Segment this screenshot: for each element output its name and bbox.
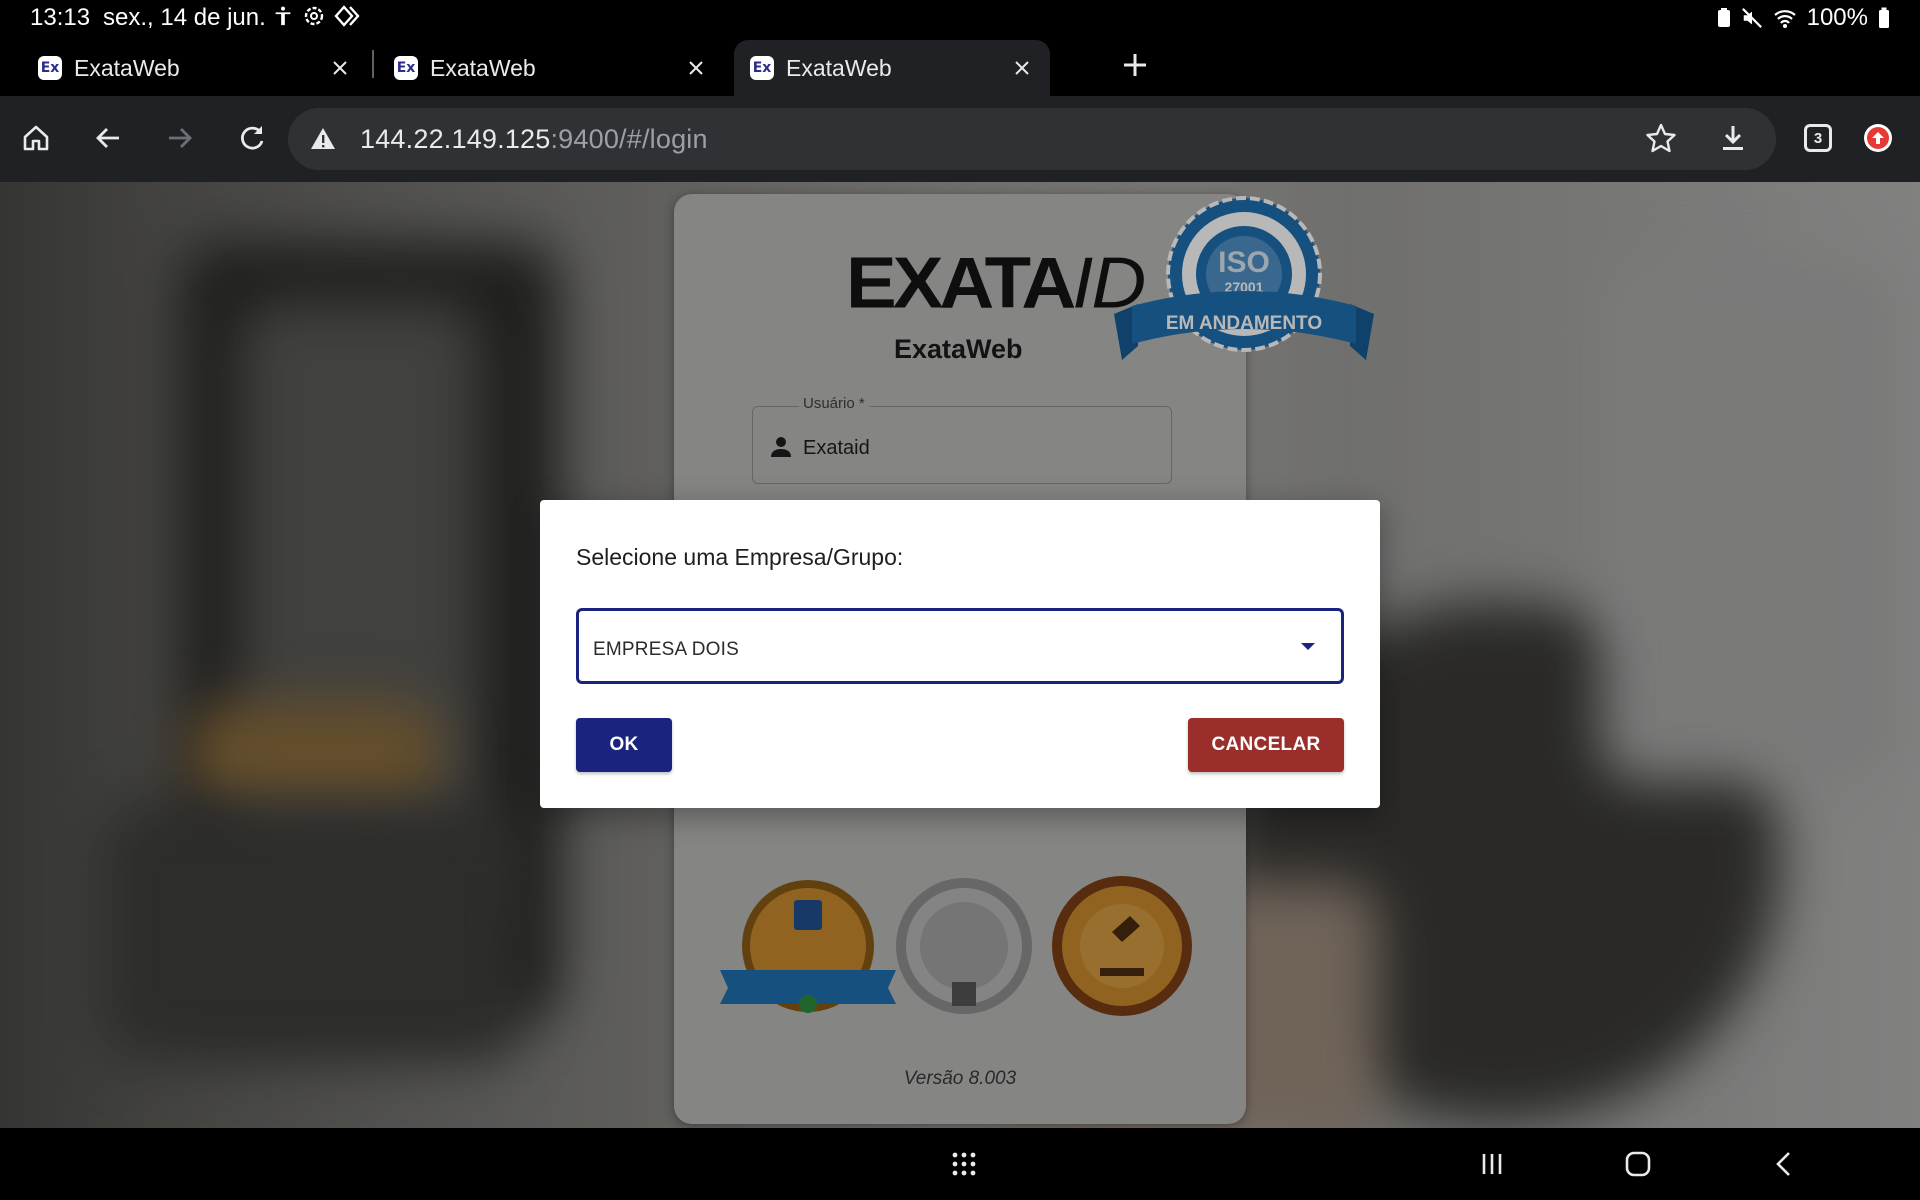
home-square-icon	[1625, 1151, 1651, 1177]
company-select[interactable]: EMPRESA DOIS	[576, 608, 1344, 684]
reload-button[interactable]	[228, 114, 276, 162]
tab-title: ExataWeb	[74, 54, 180, 81]
arrow-right-icon	[169, 128, 192, 148]
url-host: 144.22.149.125	[360, 124, 551, 154]
company-select-value: EMPRESA DOIS	[593, 639, 739, 660]
status-time: 13:13	[30, 4, 91, 31]
exata-favicon-icon: Ex	[38, 56, 62, 80]
url-path: :9400/#/login	[550, 124, 708, 154]
select-company-dialog: Selecione uma Empresa/Grupo: EMPRESA DOI…	[540, 500, 1380, 808]
arrow-left-icon	[96, 128, 119, 148]
accessibility-icon	[275, 6, 291, 26]
tab-exataweb-1[interactable]: Ex ExataWeb	[0, 40, 368, 96]
exata-favicon-icon: Ex	[750, 56, 774, 80]
url-text[interactable]: 144.22.149.125:9400/#/login	[360, 124, 708, 155]
new-tab-plus-icon[interactable]	[1118, 48, 1152, 82]
status-date: sex., 14 de jun.	[103, 4, 266, 31]
not-secure-warning-icon[interactable]	[308, 124, 338, 154]
apps-grid-icon	[952, 1152, 976, 1176]
home-icon	[23, 125, 49, 151]
mute-icon	[1741, 8, 1762, 28]
tab-exataweb-3-active[interactable]: Ex ExataWeb	[734, 40, 1050, 96]
close-tab-icon[interactable]	[682, 54, 710, 82]
back-button[interactable]	[84, 114, 132, 162]
system-nav-bar	[0, 1128, 1920, 1200]
forward-button[interactable]	[156, 114, 204, 162]
home-button[interactable]	[12, 114, 60, 162]
tab-exataweb-2[interactable]: Ex ExataWeb	[356, 40, 724, 96]
tab-strip: Ex ExataWeb Ex ExataWeb Ex ExataWeb	[0, 38, 1920, 96]
battery-icon	[1879, 7, 1889, 28]
chevron-left-icon	[1776, 1152, 1790, 1176]
profile-update-button[interactable]	[1864, 124, 1892, 152]
browser-toolbar: 144.22.149.125:9400/#/login 3	[0, 96, 1920, 182]
settings-icon	[304, 6, 324, 26]
reload-icon	[241, 126, 264, 150]
diamond-nav-icon	[334, 5, 360, 27]
close-tab-icon[interactable]	[1008, 54, 1036, 82]
recents-icon	[1482, 1154, 1502, 1174]
recents-button[interactable]	[1472, 1144, 1512, 1184]
battery-percent: 100%	[1806, 4, 1868, 31]
back-nav-button[interactable]	[1764, 1144, 1804, 1184]
tab-title: ExataWeb	[430, 54, 536, 81]
status-bar: 13:13 sex., 14 de jun. 100%	[0, 0, 1920, 36]
chevron-down-icon	[1301, 643, 1315, 650]
address-bar[interactable]: 144.22.149.125:9400/#/login	[288, 108, 1776, 170]
app-drawer-button[interactable]	[944, 1144, 984, 1184]
tab-title: ExataWeb	[786, 54, 892, 81]
close-tab-icon[interactable]	[326, 54, 354, 82]
battery-saver-icon	[1717, 8, 1730, 27]
update-arrow-icon	[1867, 127, 1889, 149]
status-right-icons: 100%	[1717, 4, 1890, 32]
ok-button[interactable]: OK	[576, 718, 672, 772]
tab-switcher-button[interactable]: 3	[1804, 124, 1832, 152]
status-left-icons	[272, 4, 360, 28]
exata-favicon-icon: Ex	[394, 56, 418, 80]
bookmark-star-icon[interactable]	[1644, 121, 1678, 155]
download-icon[interactable]	[1716, 121, 1750, 155]
dialog-title: Selecione uma Empresa/Grupo:	[576, 544, 904, 570]
home-nav-button[interactable]	[1618, 1144, 1658, 1184]
cancel-button[interactable]: CANCELAR	[1188, 718, 1344, 772]
wifi-icon	[1773, 10, 1796, 28]
